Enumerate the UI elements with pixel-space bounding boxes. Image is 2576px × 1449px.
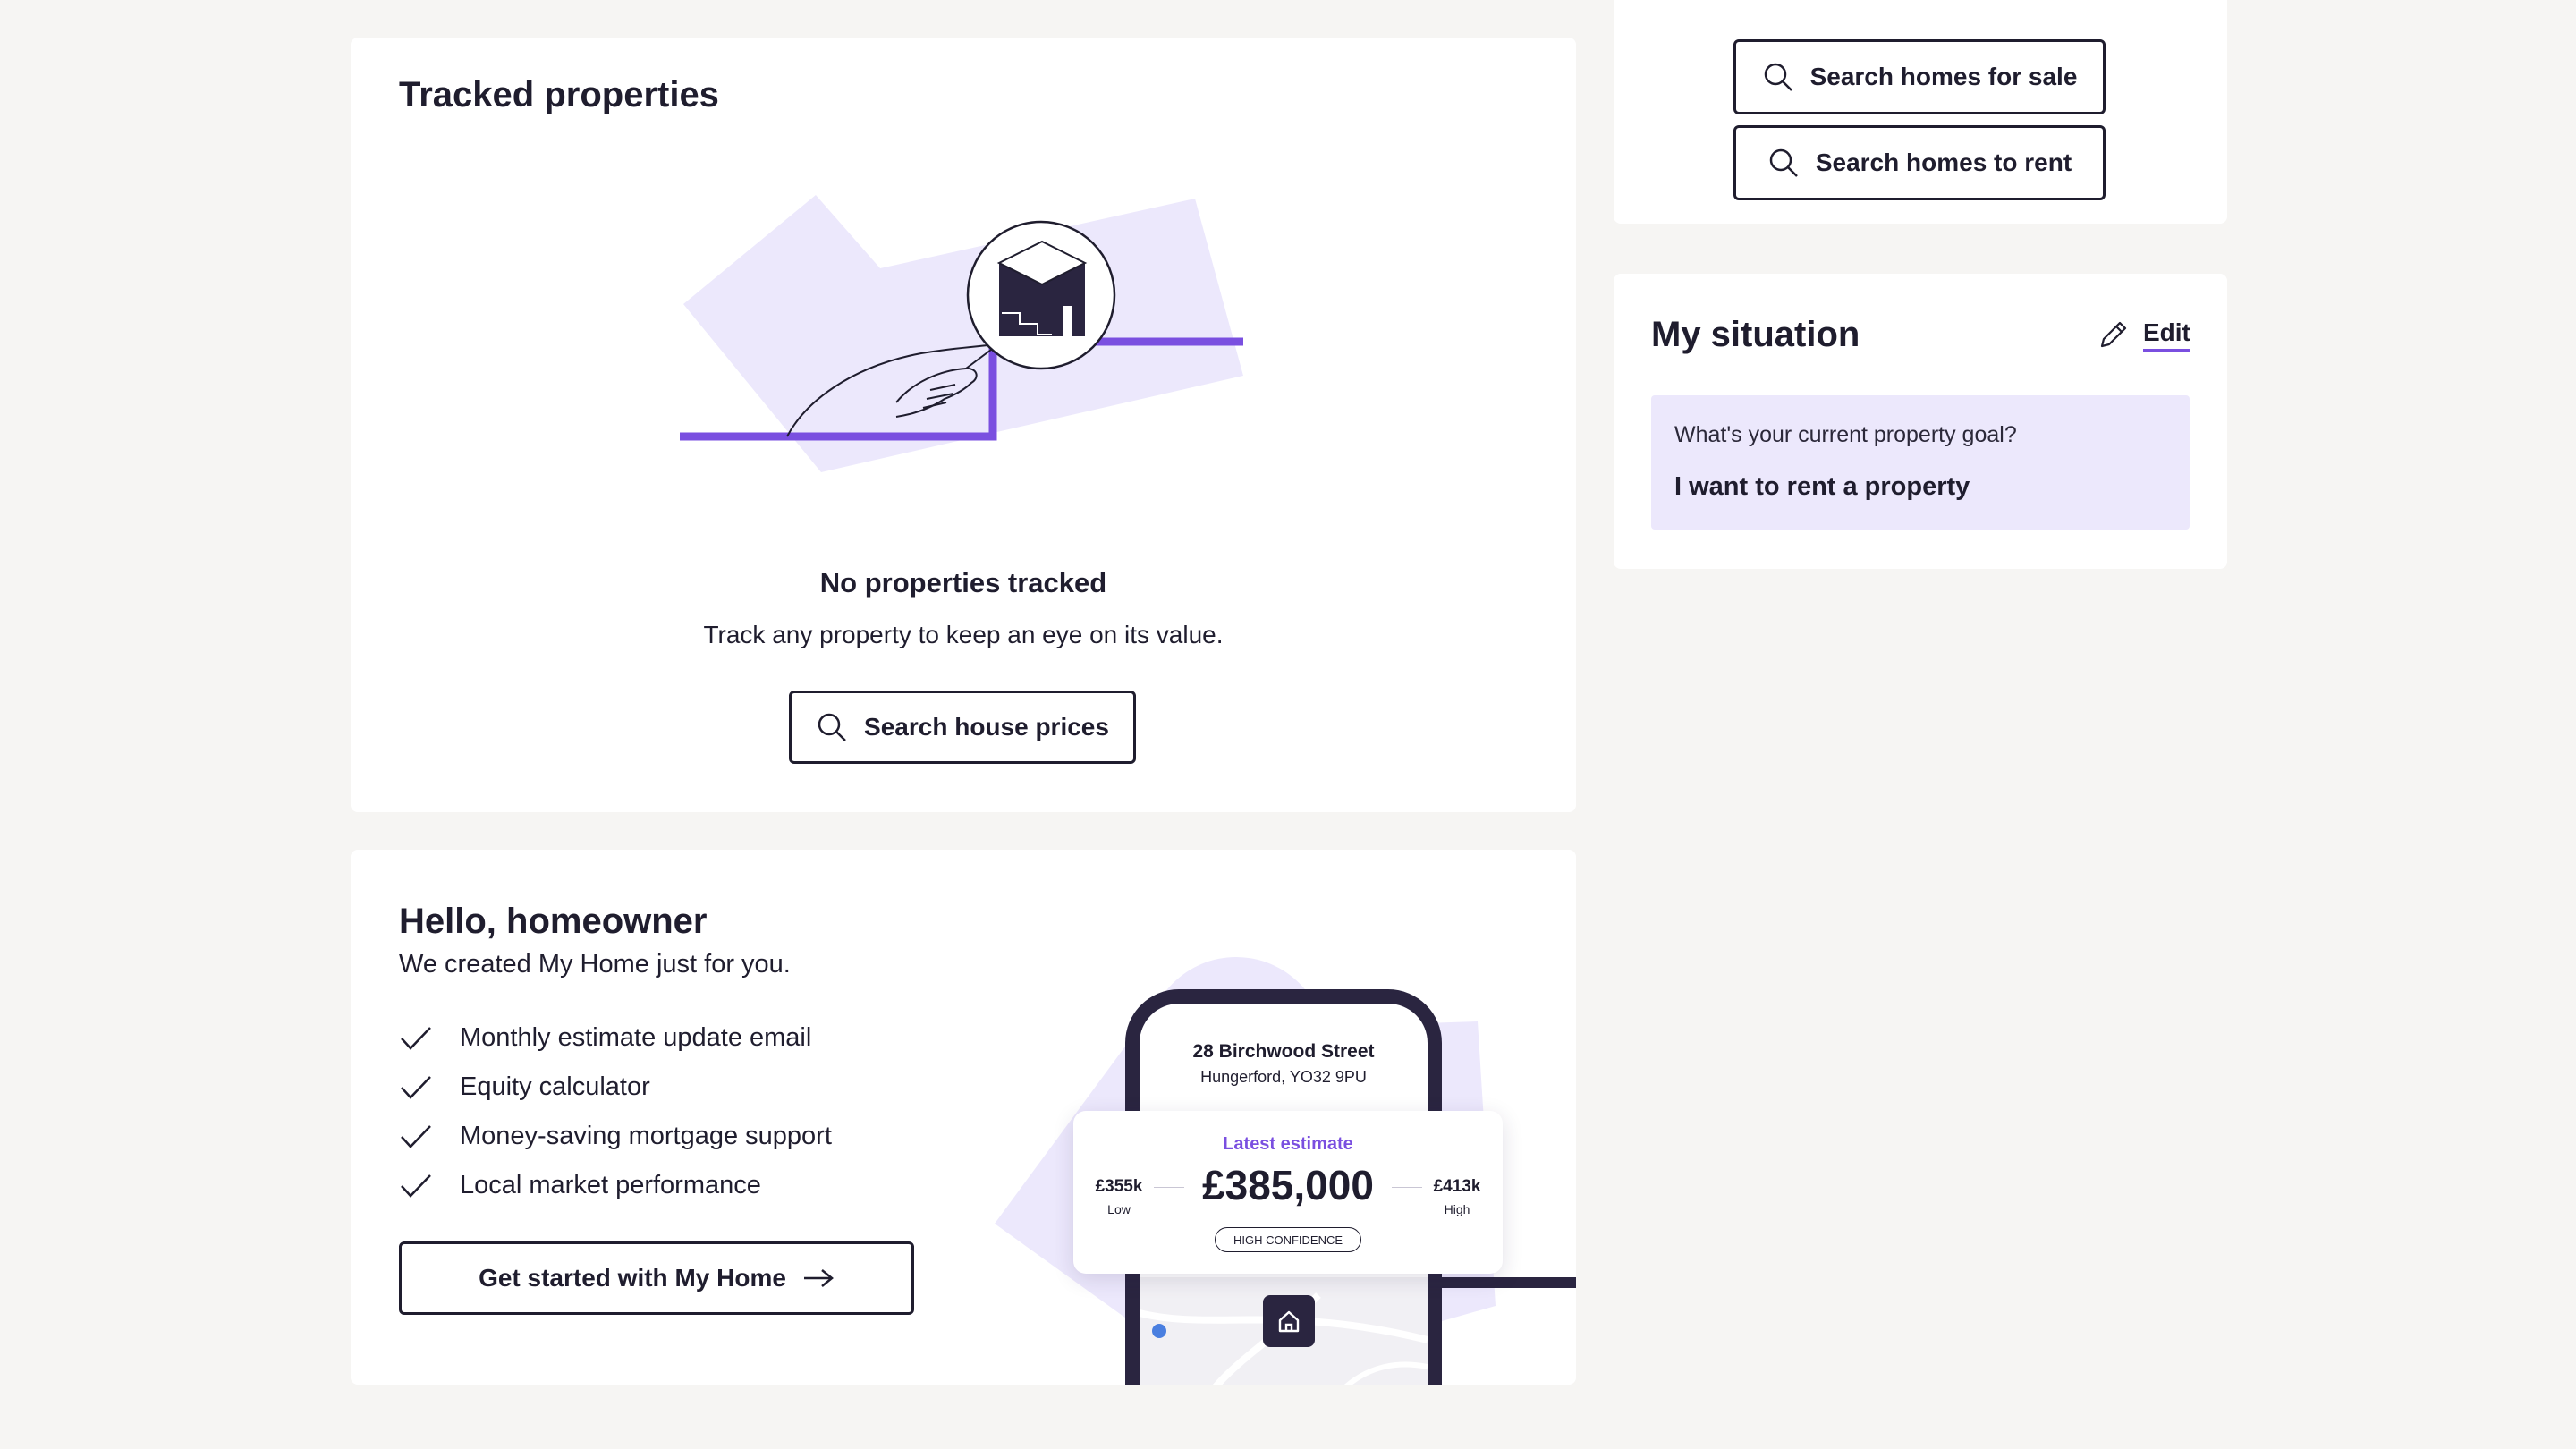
feature-label: Money-saving mortgage support [460,1122,832,1150]
feature-label: Monthly estimate update email [460,1023,812,1052]
feature-item: Monthly estimate update email [399,1023,811,1053]
check-icon [401,1124,431,1148]
empty-state-title: No properties tracked [819,567,1107,598]
search-homes-for-sale-label: Search homes for sale [1809,63,2078,90]
estimate-high-value: £413k [1433,1177,1481,1196]
home-icon [1278,1310,1300,1333]
hello-subtitle: We created My Home just for you. [399,950,791,979]
search-icon [1764,63,1792,91]
phone-address-line1: 28 Birchwood Street [1192,1041,1375,1062]
feature-item: Money-saving mortgage support [399,1122,832,1151]
feature-item: Equity calculator [399,1072,650,1102]
get-started-button[interactable]: Get started with My Home [399,1241,914,1315]
check-icon [401,1026,431,1050]
search-homes-to-rent-label: Search homes to rent [1815,148,2072,176]
search-icon [818,713,846,741]
estimate-divider-left [1154,1187,1184,1188]
property-goal-box [1651,395,2190,530]
feature-label: Equity calculator [460,1072,650,1101]
check-icon [401,1075,431,1099]
estimate-high-label: High [1444,1202,1470,1216]
check-icon [401,1174,431,1198]
edit-label: Edit [2143,318,2190,352]
map-home-pin [1263,1295,1315,1347]
search-house-prices-label: Search house prices [864,713,1109,741]
edit-link[interactable]: Edit [2097,318,2190,352]
phone-address-line2: Hungerford, YO32 9PU [1200,1068,1367,1086]
pencil-icon [2100,321,2127,347]
search-house-prices-button[interactable]: Search house prices [789,691,1136,764]
estimate-divider-right [1392,1187,1422,1188]
feature-item: Local market performance [399,1171,761,1200]
feature-label: Local market performance [460,1171,761,1199]
get-started-label: Get started with My Home [479,1264,786,1292]
confidence-badge: HIGH CONFIDENCE [1215,1227,1361,1252]
tracked-properties-illustration [680,195,1243,472]
arrow-right-icon [803,1269,834,1287]
estimate-low-label: Low [1107,1202,1131,1216]
tracked-properties-title: Tracked properties [399,75,719,114]
estimate-low-value: £355k [1095,1177,1143,1196]
empty-state-text: Track any property to keep an eye on its… [703,621,1224,648]
search-homes-to-rent-button[interactable]: Search homes to rent [1733,125,2106,200]
search-icon [1769,148,1798,177]
search-homes-for-sale-button[interactable]: Search homes for sale [1733,39,2106,114]
property-goal-answer: I want to rent a property [1674,472,1970,501]
estimate-label: Latest estimate [1223,1134,1353,1154]
my-situation-title: My situation [1651,315,1860,354]
hello-title: Hello, homeowner [399,902,708,941]
property-goal-question: What's your current property goal? [1674,422,2017,447]
